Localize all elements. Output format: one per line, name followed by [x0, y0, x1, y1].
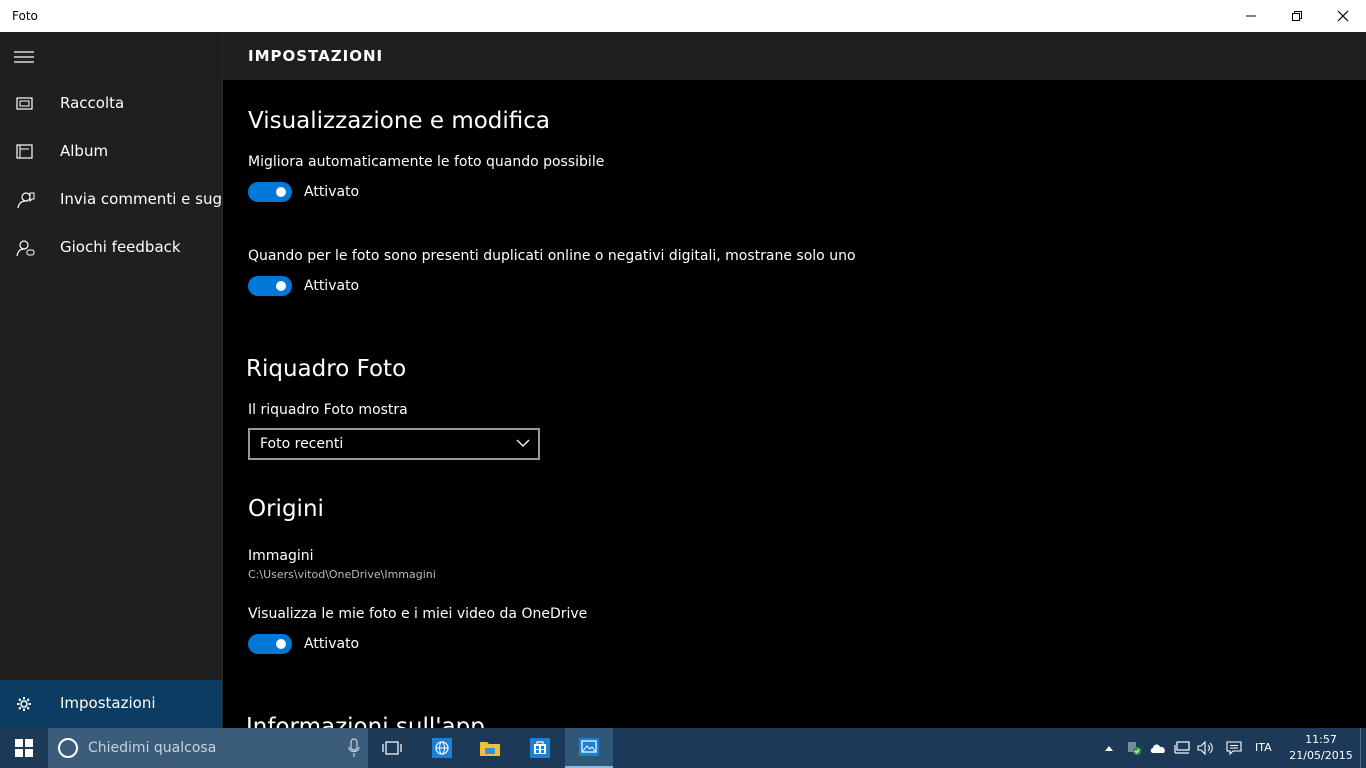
taskbar-app-store[interactable] — [516, 728, 564, 768]
chevron-up-icon — [1105, 746, 1113, 751]
clock[interactable]: 11:57 21/05/2015 — [1287, 732, 1355, 764]
collection-icon — [16, 97, 33, 110]
chevron-down-icon — [516, 439, 530, 447]
network-icon — [1174, 741, 1190, 754]
section-title-view-edit: Visualizzazione e modifica — [248, 108, 551, 134]
toggle-state-label: Attivato — [304, 636, 360, 652]
sidebar-item-label: Giochi feedback — [60, 238, 181, 256]
title-bar: Foto — [0, 0, 1366, 32]
notification-icon — [1226, 741, 1242, 755]
tile-source-dropdown[interactable]: Foto recenti — [248, 428, 540, 460]
onedrive-toggle-row: Attivato — [248, 634, 359, 654]
search-box[interactable]: Chiedimi qualcosa — [48, 728, 368, 768]
auto-enhance-label: Migliora automaticamente le foto quando … — [248, 154, 605, 170]
close-button[interactable] — [1320, 0, 1366, 32]
duplicates-label: Quando per le foto sono presenti duplica… — [248, 248, 856, 264]
onedrive-label: Visualizza le mie foto e i miei video da… — [248, 606, 588, 622]
section-title-tile: Riquadro Foto — [246, 356, 407, 382]
restore-button[interactable] — [1274, 0, 1320, 32]
task-view-icon — [382, 741, 402, 755]
photos-icon — [579, 738, 599, 756]
toggle-knob — [276, 639, 286, 649]
taskbar-app-photos[interactable] — [565, 728, 613, 768]
auto-enhance-toggle-row: Attivato — [248, 182, 359, 202]
close-icon — [1337, 10, 1349, 22]
sidebar-item-label: Album — [60, 142, 109, 160]
sidebar-item-label: Impostazioni — [60, 694, 156, 712]
show-desktop-button[interactable] — [1360, 728, 1366, 768]
cortana-icon — [58, 738, 78, 758]
toggle-knob — [276, 281, 286, 291]
scrollbar[interactable] — [1360, 80, 1366, 728]
show-hidden-icons-button[interactable] — [1100, 739, 1118, 757]
minimize-button[interactable] — [1228, 0, 1274, 32]
sidebar-item-games-feedback[interactable]: Giochi feedback — [0, 224, 223, 272]
task-view-button[interactable] — [368, 728, 416, 768]
speaker-icon — [1197, 741, 1213, 755]
search-placeholder: Chiedimi qualcosa — [88, 740, 217, 756]
taskbar-app-file-explorer[interactable] — [466, 728, 514, 768]
microphone-icon[interactable] — [348, 738, 360, 758]
sidebar-item-raccolta[interactable]: Raccolta — [0, 80, 223, 128]
sidebar-item-album[interactable]: Album — [0, 128, 223, 176]
clock-date: 21/05/2015 — [1289, 749, 1353, 762]
settings-content: Visualizzazione e modifica Migliora auto… — [223, 80, 1360, 728]
windows-logo-icon — [15, 739, 33, 757]
window-title: Foto — [12, 9, 38, 23]
folder-icon — [480, 742, 500, 756]
sidebar-item-label: Invia commenti e suggerimenti — [60, 190, 223, 208]
duplicates-toggle[interactable] — [248, 276, 292, 296]
sidebar-item-feedback[interactable]: Invia commenti e suggerimenti — [0, 176, 223, 224]
cloud-icon — [1150, 744, 1165, 753]
globe-icon — [432, 738, 452, 758]
hamburger-menu-icon[interactable] — [14, 50, 34, 64]
toggle-state-label: Attivato — [304, 278, 360, 294]
gear-icon — [17, 697, 31, 711]
clock-time: 11:57 — [1305, 733, 1337, 746]
sidebar-item-label: Raccolta — [60, 94, 125, 112]
minimize-icon — [1246, 15, 1256, 17]
duplicates-toggle-row: Attivato — [248, 276, 359, 296]
source-folder-name[interactable]: Immagini — [248, 548, 314, 564]
onedrive-tray-icon[interactable] — [1149, 739, 1167, 757]
taskbar: Chiedimi qualcosa ITA 11:57 21/05/2015 — [0, 728, 1366, 768]
onedrive-toggle[interactable] — [248, 634, 292, 654]
input-language[interactable]: ITA — [1255, 741, 1272, 754]
action-center-button[interactable] — [1225, 739, 1243, 757]
defender-tray-icon[interactable] — [1125, 739, 1143, 757]
shield-check-icon — [1128, 742, 1141, 755]
dropdown-selected-value: Foto recenti — [260, 436, 344, 452]
restore-icon — [1292, 11, 1302, 21]
album-icon — [16, 144, 33, 159]
toggle-state-label: Attivato — [304, 184, 360, 200]
source-folder-path: C:\Users\vitod\OneDrive\Immagini — [248, 568, 436, 581]
network-tray-icon[interactable] — [1173, 739, 1191, 757]
section-title-sources: Origini — [248, 496, 324, 522]
sidebar: Raccolta Album Invia commenti e suggerim… — [0, 32, 223, 728]
taskbar-app-browser[interactable] — [418, 728, 466, 768]
games-feedback-icon — [16, 240, 35, 257]
store-icon — [530, 738, 550, 758]
sidebar-item-settings[interactable]: Impostazioni — [0, 680, 223, 728]
section-title-about: Informazioni sull'app — [246, 714, 485, 728]
page-header: IMPOSTAZIONI — [223, 32, 1366, 80]
toggle-knob — [276, 187, 286, 197]
auto-enhance-toggle[interactable] — [248, 182, 292, 202]
tile-label: Il riquadro Foto mostra — [248, 402, 408, 418]
page-title: IMPOSTAZIONI — [248, 47, 384, 65]
feedback-icon — [17, 192, 35, 209]
start-button[interactable] — [0, 728, 48, 768]
volume-tray-icon[interactable] — [1197, 739, 1215, 757]
